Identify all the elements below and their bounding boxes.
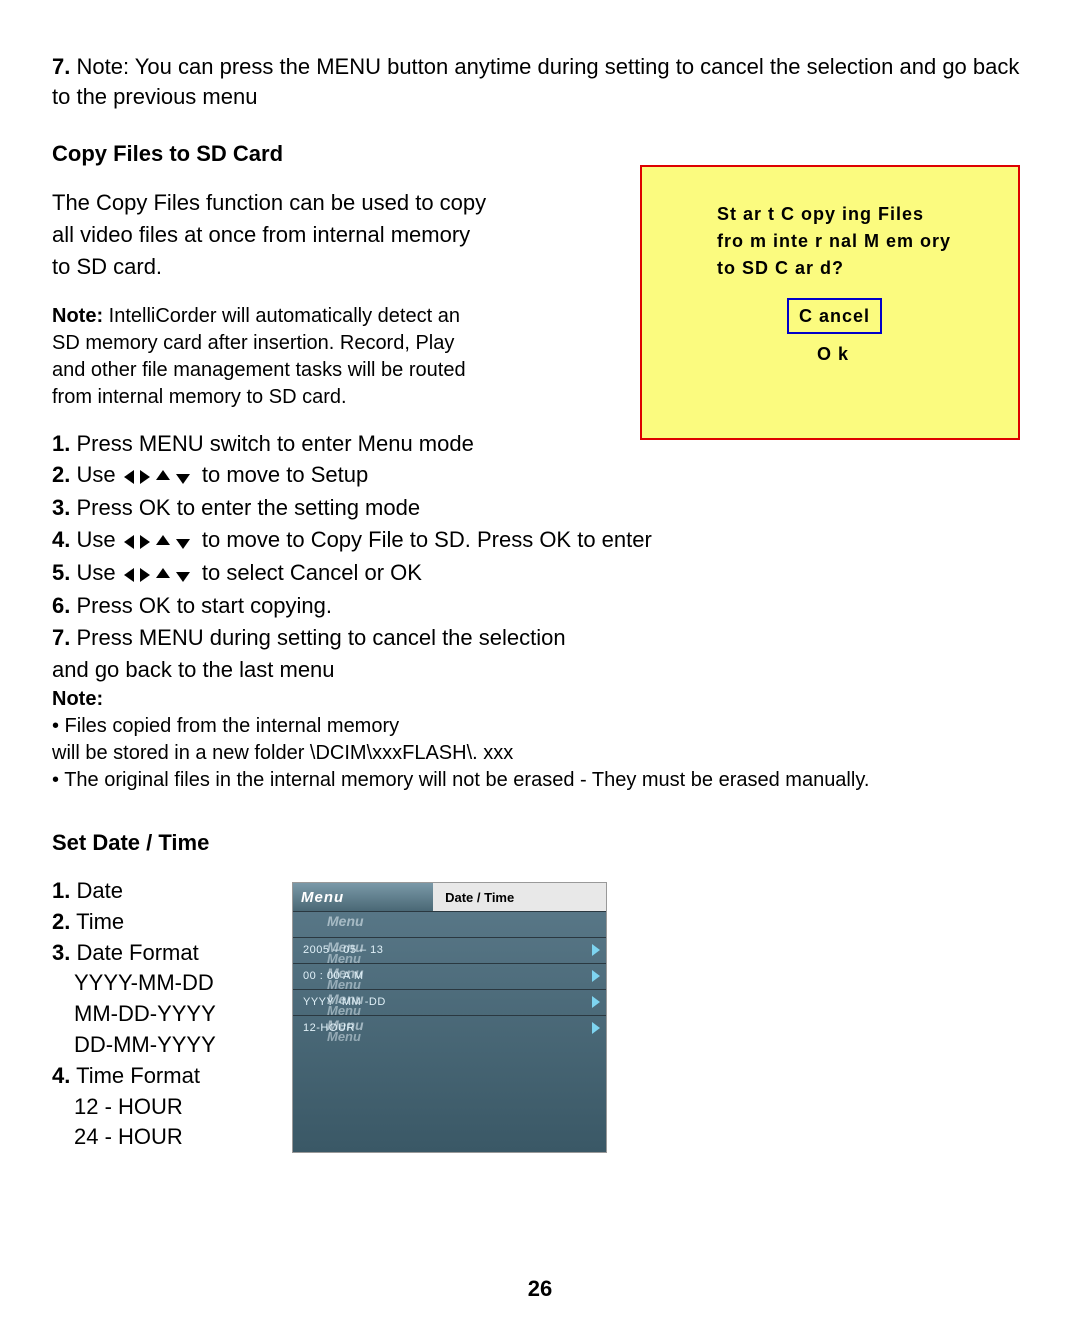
datetime-block: 1. Date 2. Time 3. Date Format YYYY-MM-D… xyxy=(52,876,1030,1153)
intro-step7: 7. Note: You can press the MENU button a… xyxy=(52,52,1030,111)
datetime-list: 1. Date 2. Time 3. Date Format YYYY-MM-D… xyxy=(52,876,252,1153)
dt-item-1: 1. Date xyxy=(52,876,252,907)
step-5: 5. Use to select Cancel or OK xyxy=(52,558,1030,589)
note-bullet2: • The original files in the internal mem… xyxy=(52,767,1030,794)
step7-text: Note: You can press the MENU button anyt… xyxy=(52,54,1019,109)
intellicorder-note: Note: IntelliCorder will automatically d… xyxy=(52,303,492,411)
arrow-icons xyxy=(124,462,194,492)
dialog-ok-button[interactable]: O k xyxy=(817,342,998,366)
intellicorder-note-text: IntelliCorder will automatically detect … xyxy=(52,305,466,408)
menu-row-date[interactable]: 2005 – 05 – 13MenuMenu xyxy=(293,937,606,963)
dt-item-2: 2. Time xyxy=(52,907,252,938)
copy-intro-text: The Copy Files function can be used to c… xyxy=(52,187,492,283)
menu-row-dateformat[interactable]: YYYY -MM -DDMenuMenu xyxy=(293,989,606,1015)
datetime-menu-screenshot: Menu Date / Time Menu 2005 – 05 – 13Menu… xyxy=(292,882,607,1153)
step-7-cont: and go back to the last menu xyxy=(52,655,1030,685)
chevron-right-icon xyxy=(592,970,600,982)
dialog-line2: fro m inte r nal M em ory xyxy=(717,228,998,255)
dialog-line1: St ar t C opy ing Files xyxy=(717,201,998,228)
time-format-2: 24 - HOUR xyxy=(74,1122,252,1153)
time-format-1: 12 - HOUR xyxy=(74,1092,252,1123)
step-3: 3. Press OK to enter the setting mode xyxy=(52,493,1030,523)
step-7: 7. Press MENU during setting to cancel t… xyxy=(52,623,1030,653)
menu-ui-header: Menu Date / Time xyxy=(293,883,606,911)
date-format-2: MM-DD-YYYY xyxy=(74,999,252,1030)
chevron-right-icon xyxy=(592,944,600,956)
arrow-icons xyxy=(124,560,194,590)
dialog-question: St ar t C opy ing Files fro m inte r nal… xyxy=(717,201,998,282)
arrow-icons xyxy=(124,526,194,556)
menu-row-spacer: Menu xyxy=(293,911,606,937)
dt-item-4: 4. Time Format xyxy=(52,1061,252,1092)
notes-header: Note: xyxy=(52,686,1030,713)
dt-item-3: 3. Date Format xyxy=(52,938,252,969)
step-6: 6. Press OK to start copying. xyxy=(52,591,1030,621)
date-format-3: DD-MM-YYYY xyxy=(74,1030,252,1061)
copy-steps-list: 1. Press MENU switch to enter Menu mode … xyxy=(52,429,1030,685)
step-2: 2. Use to move to Setup xyxy=(52,460,1030,491)
note-bullet1-cont: will be stored in a new folder \DCIM\xxx… xyxy=(52,740,1030,767)
step-4: 4. Use to move to Copy File to SD. Press… xyxy=(52,525,1030,556)
menu-row-timeformat[interactable]: 12-HOURMenuMenu xyxy=(293,1015,606,1041)
menu-tab: Menu xyxy=(293,883,433,911)
step7-num: 7. xyxy=(52,54,70,79)
chevron-right-icon xyxy=(592,996,600,1008)
dialog-cancel-button[interactable]: C ancel xyxy=(787,298,882,334)
menu-title-tab: Date / Time xyxy=(433,883,606,911)
notes-block: Note: • Files copied from the internal m… xyxy=(52,686,1030,794)
dialog-line3: to SD C ar d? xyxy=(717,255,998,282)
chevron-right-icon xyxy=(592,1022,600,1034)
copy-dialog-box: St ar t C opy ing Files fro m inte r nal… xyxy=(640,165,1020,440)
date-format-1: YYYY-MM-DD xyxy=(74,968,252,999)
note-label: Note: xyxy=(52,305,103,327)
note-bullet1: • Files copied from the internal memory xyxy=(52,713,1030,740)
section-datetime-title: Set Date / Time xyxy=(52,828,1030,858)
menu-row-time[interactable]: 00 : 00 A MMenuMenu xyxy=(293,963,606,989)
page-number: 26 xyxy=(0,1274,1080,1304)
